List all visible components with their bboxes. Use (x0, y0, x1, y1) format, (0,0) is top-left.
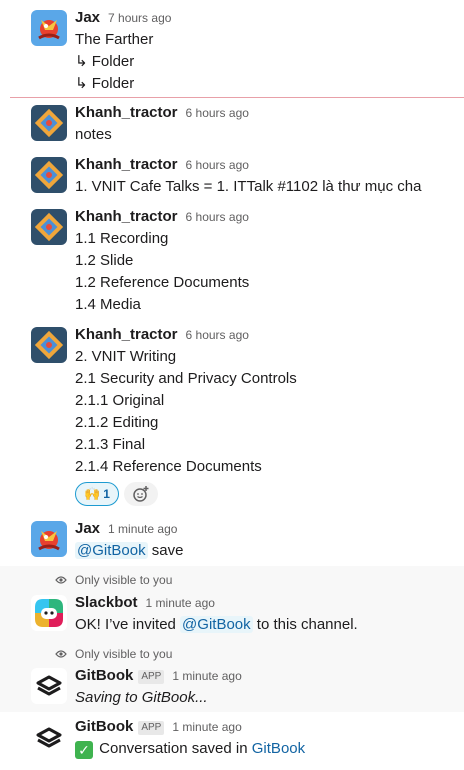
message-line: notes (75, 126, 112, 143)
mention-gitbook[interactable]: @GitBook (180, 616, 253, 633)
khanh-avatar-icon (31, 157, 67, 193)
message-header: Khanh_tractor 6 hours ago (75, 104, 249, 124)
visibility-note: Only visible to you (55, 573, 172, 587)
message-text-head: Conversation saved in (95, 740, 252, 757)
timestamp[interactable]: 6 hours ago (186, 158, 249, 172)
message-line: 1.1 Recording (75, 230, 169, 247)
avatar[interactable] (31, 668, 67, 704)
message-header: Khanh_tractor 6 hours ago (75, 208, 249, 228)
author-name[interactable]: Jax (75, 9, 100, 26)
message-line: 2.1.3 Final (75, 436, 146, 453)
timestamp[interactable]: 6 hours ago (186, 210, 249, 224)
khanh-avatar-icon (31, 209, 67, 245)
jax-avatar-icon (31, 521, 67, 557)
avatar[interactable] (31, 209, 67, 245)
message-header: Khanh_tractor 6 hours ago (75, 156, 249, 176)
message-jax-2: Jax 1 minute ago @GitBook save (0, 514, 464, 566)
message-khanh-4: Khanh_tractor 6 hours ago 2. VNIT Writin… (0, 320, 464, 514)
mention-gitbook[interactable]: @GitBook (75, 542, 148, 559)
timestamp[interactable]: 1 minute ago (172, 669, 241, 683)
eye-icon (55, 650, 67, 658)
khanh-avatar-icon (31, 105, 67, 141)
message-khanh-3: Khanh_tractor 6 hours ago 1.1 Recording … (0, 202, 464, 320)
message-line: 1.2 Slide (75, 252, 134, 269)
add-reaction-icon (133, 486, 149, 502)
visibility-text: Only visible to you (75, 647, 173, 661)
timestamp[interactable]: 1 minute ago (146, 596, 215, 610)
gitbook-avatar-icon (31, 720, 67, 756)
timestamp[interactable]: 6 hours ago (186, 328, 249, 342)
gitbook-link[interactable]: GitBook (252, 740, 305, 757)
author-name[interactable]: Khanh_tractor (75, 326, 178, 343)
message-text-head: OK! I’ve invited (75, 616, 181, 633)
author-name[interactable]: GitBook (75, 667, 133, 684)
avatar[interactable] (31, 157, 67, 193)
message-header: Slackbot 1 minute ago (75, 594, 215, 614)
author-name[interactable]: GitBook (75, 718, 133, 735)
message-text-tail: to this channel. (252, 616, 358, 633)
author-name[interactable]: Slackbot (75, 594, 138, 611)
message-line: ↳ Folder (75, 75, 135, 92)
message-line: 2.1.2 Editing (75, 414, 159, 431)
slackbot-avatar-icon (31, 595, 67, 631)
author-name[interactable]: Khanh_tractor (75, 156, 178, 173)
gitbook-avatar-icon (31, 668, 67, 704)
message-line: 2.1 Security and Privacy Controls (75, 370, 297, 387)
reaction-raised-hands[interactable]: 🙌 1 (75, 482, 119, 506)
add-reaction-button[interactable] (124, 482, 158, 506)
message-line: 2.1.4 Reference Documents (75, 458, 262, 475)
message-line: 2.1.1 Original (75, 392, 165, 409)
avatar[interactable] (31, 521, 67, 557)
message-header: Jax 1 minute ago (75, 520, 177, 540)
message-text: OK! I’ve invited @GitBook to this channe… (75, 614, 358, 636)
eye-icon (55, 576, 67, 584)
message-text: @GitBook save (75, 540, 183, 562)
timestamp[interactable]: 1 minute ago (172, 720, 241, 734)
avatar[interactable] (31, 595, 67, 631)
visibility-note: Only visible to you (55, 647, 172, 661)
message-text: Saving to GitBook... (75, 689, 208, 706)
message-line: 1. VNIT Cafe Talks = 1. ITTalk #1102 là … (75, 178, 422, 195)
message-line: 1.4 Media (75, 296, 141, 313)
message-khanh-1: Khanh_tractor 6 hours ago notes (0, 98, 464, 150)
app-badge: APP (138, 721, 165, 735)
timestamp[interactable]: 6 hours ago (186, 106, 249, 120)
visibility-text: Only visible to you (75, 573, 173, 587)
avatar[interactable] (31, 105, 67, 141)
check-mark-icon: ✓ (75, 741, 93, 759)
message-jax-1: Jax 7 hours ago The Farther ↳ Folder ↳ F… (0, 0, 464, 97)
message-header: GitBook APP 1 minute ago (75, 667, 242, 687)
message-text: ✓ Conversation saved in GitBook (75, 738, 305, 760)
reaction-count: 1 (103, 487, 110, 501)
avatar[interactable] (31, 327, 67, 363)
message-line: 1.2 Reference Documents (75, 274, 250, 291)
message-line: ↳ Folder (75, 53, 135, 70)
author-name[interactable]: Khanh_tractor (75, 208, 178, 225)
avatar[interactable] (31, 720, 67, 756)
message-line: 2. VNIT Writing (75, 348, 177, 365)
timestamp[interactable]: 7 hours ago (108, 11, 171, 25)
message-slackbot: Only visible to you Slackbot 1 minute ag… (0, 566, 464, 640)
message-text-tail: save (147, 542, 184, 559)
author-name[interactable]: Khanh_tractor (75, 104, 178, 121)
message-gitbook-saving: Only visible to you GitBook APP 1 minute… (0, 640, 464, 712)
message-header: GitBook APP 1 minute ago (75, 718, 242, 738)
message-header: Khanh_tractor 6 hours ago (75, 326, 249, 346)
author-name[interactable]: Jax (75, 520, 100, 537)
message-header: Jax 7 hours ago (75, 9, 171, 29)
khanh-avatar-icon (31, 327, 67, 363)
message-gitbook-saved: GitBook APP 1 minute ago ✓ Conversation … (0, 712, 464, 770)
avatar[interactable] (31, 10, 67, 46)
raised-hands-emoji: 🙌 (84, 486, 101, 501)
jax-avatar-icon (31, 10, 67, 46)
app-badge: APP (138, 670, 165, 684)
message-line: The Farther (75, 31, 154, 48)
timestamp[interactable]: 1 minute ago (108, 522, 177, 536)
message-khanh-2: Khanh_tractor 6 hours ago 1. VNIT Cafe T… (0, 150, 464, 202)
